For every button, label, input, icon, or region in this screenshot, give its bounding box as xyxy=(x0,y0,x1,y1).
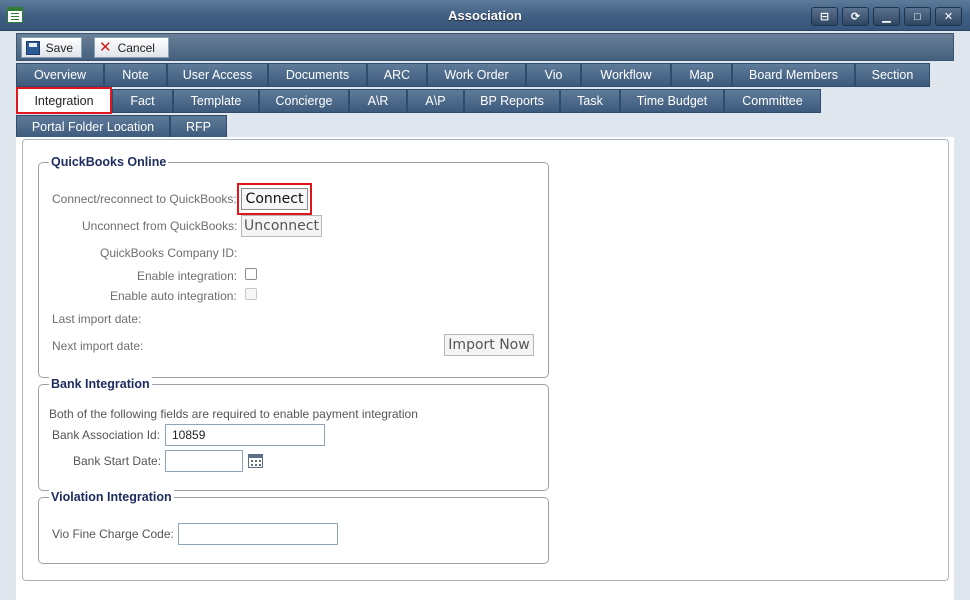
enable-auto-integration-label: Enable auto integration: xyxy=(110,289,237,303)
tab-overview[interactable]: Overview xyxy=(16,63,104,87)
tab-work-order[interactable]: Work Order xyxy=(427,63,526,87)
violation-integration-legend: Violation Integration xyxy=(49,490,174,504)
tab-arc[interactable]: ARC xyxy=(367,63,427,87)
bank-association-id-field[interactable]: 10859 xyxy=(165,424,325,446)
enable-auto-integration-checkbox[interactable] xyxy=(245,288,257,300)
quickbooks-legend: QuickBooks Online xyxy=(49,155,169,169)
tab-template[interactable]: Template xyxy=(173,89,259,113)
bank-integration-legend: Bank Integration xyxy=(49,377,152,391)
bank-start-date-label: Bank Start Date: xyxy=(73,454,162,468)
tab-documents[interactable]: Documents xyxy=(268,63,367,87)
cancel-label: Cancel xyxy=(117,40,155,55)
close-icon[interactable]: ✕ xyxy=(935,7,962,26)
tab-portal-folder-location[interactable]: Portal Folder Location xyxy=(16,115,170,139)
refresh-icon[interactable]: ⟳ xyxy=(842,7,869,26)
tab-fact[interactable]: Fact xyxy=(112,89,173,113)
tab-vio[interactable]: Vio xyxy=(526,63,581,87)
tab-ap[interactable]: A\P xyxy=(407,89,464,113)
tab-map[interactable]: Map xyxy=(671,63,732,87)
tab-section[interactable]: Section xyxy=(855,63,930,87)
unconnect-label: Unconnect from QuickBooks: xyxy=(82,219,238,233)
vio-fine-charge-code-label: Vio Fine Charge Code: xyxy=(52,527,174,541)
tab-committee[interactable]: Committee xyxy=(724,89,821,113)
window-titlebar: Association ⊟ ⟳ ▁ □ ✕ xyxy=(0,0,970,31)
save-icon xyxy=(26,40,40,55)
tab-task[interactable]: Task xyxy=(560,89,620,113)
tab-board-members[interactable]: Board Members xyxy=(732,63,855,87)
tab-note[interactable]: Note xyxy=(104,63,167,87)
pin-icon[interactable]: ⊟ xyxy=(811,7,838,26)
tab-concierge[interactable]: Concierge xyxy=(259,89,349,113)
tab-ar[interactable]: A\R xyxy=(349,89,407,113)
toolbar: Save ✕ Cancel xyxy=(16,33,954,61)
tab-user-access[interactable]: User Access xyxy=(167,63,268,87)
import-now-button[interactable]: Import Now xyxy=(444,334,534,356)
bank-start-date-field[interactable] xyxy=(165,450,243,472)
vio-fine-charge-code-field[interactable] xyxy=(178,523,338,545)
bank-integration-note: Both of the following fields are require… xyxy=(49,407,418,421)
next-import-label: Next import date: xyxy=(52,339,144,353)
tab-rfp[interactable]: RFP xyxy=(170,115,227,139)
minimize-icon[interactable]: ▁ xyxy=(873,7,900,26)
tab-integration[interactable]: Integration xyxy=(16,87,112,114)
enable-integration-label: Enable integration: xyxy=(137,269,238,283)
connect-label: Connect/reconnect to QuickBooks: xyxy=(52,192,237,206)
connect-button[interactable]: Connect xyxy=(241,188,308,210)
cancel-icon: ✕ xyxy=(99,38,112,56)
tab-time-budget[interactable]: Time Budget xyxy=(620,89,724,113)
tab-workflow[interactable]: Workflow xyxy=(581,63,671,87)
bank-association-id-label: Bank Association Id: xyxy=(52,428,161,442)
unconnect-button[interactable]: Unconnect xyxy=(241,215,322,237)
calendar-icon[interactable] xyxy=(248,454,263,468)
save-label: Save xyxy=(45,40,73,55)
save-button[interactable]: Save xyxy=(21,37,82,58)
cancel-button[interactable]: ✕ Cancel xyxy=(94,37,169,58)
enable-integration-checkbox[interactable] xyxy=(245,268,257,280)
maximize-icon[interactable]: □ xyxy=(904,7,931,26)
company-id-label: QuickBooks Company ID: xyxy=(100,246,238,260)
last-import-label: Last import date: xyxy=(52,312,142,326)
tab-bp-reports[interactable]: BP Reports xyxy=(464,89,560,113)
